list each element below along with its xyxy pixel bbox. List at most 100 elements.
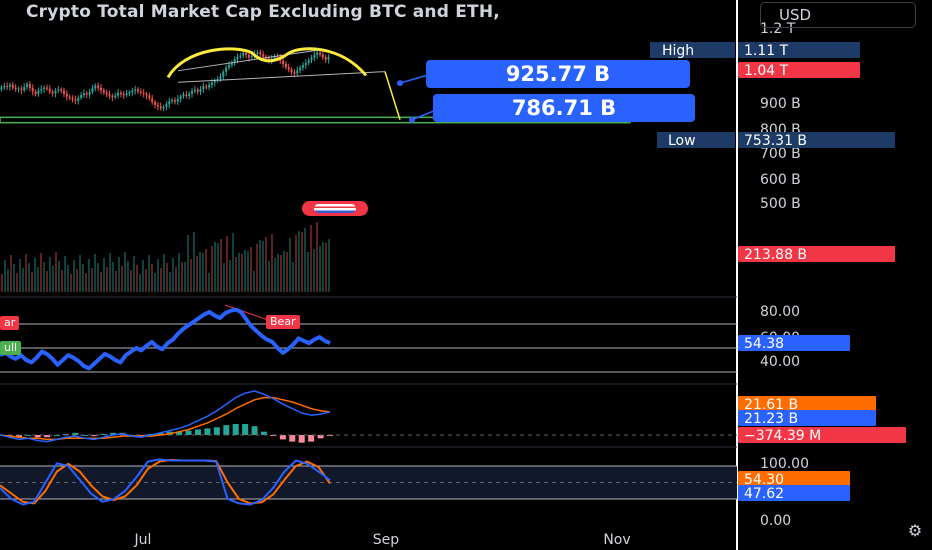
candle-body — [313, 54, 316, 58]
candle-body — [80, 95, 83, 98]
last-price-label: 1.04 T — [744, 63, 789, 79]
wedge-lower-line — [177, 71, 386, 83]
time-tick-label: Jul — [134, 532, 152, 548]
candle-body — [63, 90, 66, 94]
candle-body — [176, 98, 179, 102]
candle-body — [173, 100, 176, 102]
candle-body — [307, 60, 310, 63]
candle-body — [34, 91, 37, 95]
candle-body — [156, 104, 159, 107]
price-tick-label: 600 B — [760, 172, 801, 188]
macd-value-label: 21.23 B — [744, 411, 798, 427]
candle-body — [225, 67, 228, 72]
candle-body — [284, 63, 287, 68]
candle-body — [111, 95, 114, 98]
candle-body — [139, 91, 142, 93]
candle-body — [259, 52, 262, 55]
candle-body — [3, 85, 6, 88]
macd-histogram-bar — [223, 425, 230, 435]
candle-body — [222, 71, 225, 77]
target-callout-2: 786.71 B — [433, 94, 695, 122]
candle-body — [304, 62, 307, 65]
candle-body — [250, 56, 253, 58]
stoch-k-label: 47.62 — [744, 486, 784, 502]
candle-body — [162, 107, 165, 109]
candle-body — [210, 82, 213, 85]
target-point-2 — [409, 116, 415, 123]
candle-body — [14, 87, 17, 90]
candle-body — [68, 96, 71, 99]
bull-signal-left: ull — [0, 341, 22, 355]
candle-body — [182, 94, 185, 97]
candle-body — [185, 94, 188, 96]
candle-body — [91, 88, 94, 92]
target-callout-1: 925.77 B — [426, 60, 690, 88]
low-label-value: 753.31 B — [744, 133, 807, 149]
candle-body — [108, 94, 111, 96]
macd-histogram-bar — [232, 424, 239, 435]
callout-leader-1 — [399, 74, 429, 84]
target-point-1 — [397, 80, 403, 87]
projection-drop-line — [384, 71, 401, 120]
candle-body — [256, 52, 259, 54]
candle-body — [23, 86, 26, 91]
candle-body — [134, 89, 137, 91]
candle-body — [299, 67, 302, 71]
candle-body — [319, 52, 322, 55]
macd-histogram-bar — [185, 430, 192, 435]
us-flag-icon[interactable] — [302, 201, 368, 216]
macd-signal-line — [0, 396, 331, 441]
candle-body — [205, 86, 208, 88]
candle-body — [71, 98, 74, 100]
candle-body — [245, 53, 248, 55]
candle-body — [282, 60, 285, 64]
candle-body — [57, 89, 60, 91]
high-label-value: 1.11 T — [744, 43, 789, 59]
candle-body — [8, 84, 11, 87]
candle-body — [31, 87, 34, 92]
candle-body — [85, 93, 88, 95]
pattern-highlight — [166, 47, 368, 79]
volume-label: 213.88 B — [744, 247, 807, 263]
macd-histogram-bar — [195, 429, 201, 435]
candle-body — [193, 89, 196, 92]
macd-histogram-bar — [242, 424, 249, 435]
candle-body — [82, 93, 85, 96]
candle-body — [208, 84, 211, 88]
candle-body — [54, 90, 57, 94]
candle-body — [51, 91, 54, 94]
candle-body — [97, 85, 100, 88]
candle-body — [191, 91, 194, 94]
stoch-tick-label: 100.00 — [760, 456, 809, 472]
currency-selector[interactable]: USD — [760, 2, 916, 28]
candle-body — [168, 101, 171, 105]
macd-histogram-bar — [251, 426, 258, 435]
candle-body — [301, 64, 304, 68]
rsi-label: 54.38 — [744, 336, 784, 352]
candle-body — [239, 55, 242, 57]
candle-body — [119, 92, 122, 95]
candle-body — [65, 93, 68, 97]
gear-icon[interactable]: ⚙ — [904, 521, 926, 541]
rsi-tick-label: 80.00 — [760, 304, 800, 320]
candle-body — [179, 96, 182, 99]
rsi-tick-label: 40.00 — [760, 354, 800, 370]
macd-histogram-bar — [204, 428, 211, 435]
candle-body — [131, 90, 134, 93]
candle-body — [171, 100, 174, 102]
candle-body — [105, 92, 108, 95]
candle-body — [99, 87, 102, 91]
candle-body — [60, 89, 63, 91]
candle-body — [142, 92, 145, 95]
bear-signal-right: Bear — [266, 315, 300, 329]
candle-body — [102, 90, 105, 93]
macd-histogram-bar — [308, 435, 315, 442]
candle-body — [247, 54, 250, 58]
low-label-name: Low — [668, 133, 696, 149]
candle-body — [296, 70, 299, 74]
candle-body — [20, 88, 23, 91]
chart-title: Crypto Total Market Cap Excluding BTC an… — [26, 2, 500, 22]
candle-body — [17, 88, 20, 90]
candle-body — [213, 80, 216, 83]
candle-body — [11, 84, 14, 88]
